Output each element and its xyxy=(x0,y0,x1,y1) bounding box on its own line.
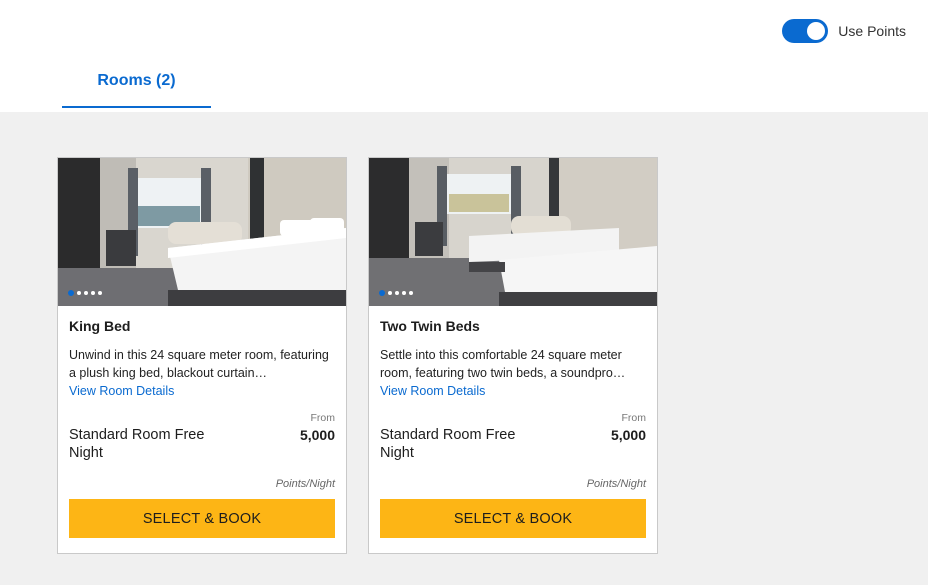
room-card: Two Twin Beds Settle into this comfortab… xyxy=(368,157,658,554)
use-points-control: Use Points xyxy=(782,19,906,43)
toggle-knob xyxy=(807,22,826,40)
room-photo xyxy=(58,158,346,306)
points-per-night-label: Points/Night xyxy=(275,478,335,490)
carousel-dot[interactable] xyxy=(98,291,102,295)
room-description: Settle into this comfortable 24 square m… xyxy=(380,348,626,380)
room-title: Two Twin Beds xyxy=(380,318,480,334)
carousel-dots xyxy=(379,290,413,296)
carousel-dot[interactable] xyxy=(379,290,385,296)
carousel-dots xyxy=(68,290,102,296)
points-per-night-label: Points/Night xyxy=(586,478,646,490)
rate-name: Standard Room Free Night xyxy=(69,427,205,461)
from-label: From xyxy=(310,412,336,424)
rate-name: Standard Room Free Night xyxy=(380,427,516,461)
carousel-dot[interactable] xyxy=(77,291,81,295)
room-title: King Bed xyxy=(69,318,131,334)
points-price: 5,000 xyxy=(299,427,335,443)
room-list: King Bed Unwind in this 24 square meter … xyxy=(0,112,928,585)
carousel-dot[interactable] xyxy=(409,291,413,295)
carousel-dot[interactable] xyxy=(395,291,399,295)
select-and-book-button[interactable]: SELECT & BOOK xyxy=(380,499,646,538)
room-photo-carousel[interactable] xyxy=(58,158,346,306)
from-label: From xyxy=(621,412,647,424)
carousel-dot[interactable] xyxy=(388,291,392,295)
carousel-dot[interactable] xyxy=(68,290,74,296)
room-card: King Bed Unwind in this 24 square meter … xyxy=(57,157,347,554)
carousel-dot[interactable] xyxy=(91,291,95,295)
room-photo xyxy=(369,158,657,306)
select-and-book-button[interactable]: SELECT & BOOK xyxy=(69,499,335,538)
top-bar: Use Points Rooms (2) xyxy=(0,0,928,112)
use-points-toggle[interactable] xyxy=(782,19,829,43)
view-room-details-link[interactable]: View Room Details xyxy=(69,384,174,398)
use-points-label: Use Points xyxy=(838,23,906,39)
carousel-dot[interactable] xyxy=(84,291,88,295)
room-photo-carousel[interactable] xyxy=(369,158,657,306)
carousel-dot[interactable] xyxy=(402,291,406,295)
room-description: Unwind in this 24 square meter room, fea… xyxy=(69,348,329,380)
tab-bar: Rooms (2) xyxy=(62,64,211,108)
tab-rooms[interactable]: Rooms (2) xyxy=(62,64,211,108)
points-price: 5,000 xyxy=(610,427,646,443)
view-room-details-link[interactable]: View Room Details xyxy=(380,384,485,398)
